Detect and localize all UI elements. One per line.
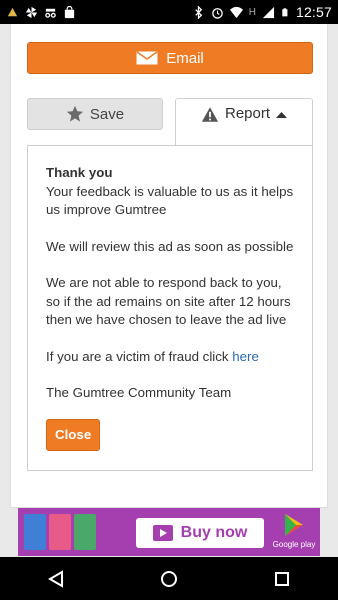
ad-banner[interactable]: Buy now Google play: [18, 508, 320, 556]
star-icon: [66, 105, 83, 122]
home-button[interactable]: [149, 564, 189, 594]
play-store-icon: [285, 514, 303, 536]
report-feedback-panel: Thank you Your feedback is valuable to u…: [27, 145, 313, 471]
report-tab-label: Report: [224, 105, 271, 122]
fraud-text: If you are a victim of fraud click: [46, 348, 233, 364]
system-icons: H 12:57: [192, 4, 332, 20]
home-circle-icon: [160, 570, 177, 587]
google-play-label: Google play: [272, 540, 316, 549]
response-text: We are not able to respond back to you, …: [46, 275, 291, 327]
save-button-label: Save: [89, 105, 125, 123]
battery-icon: [282, 7, 288, 16]
envelope-icon: [136, 51, 158, 65]
feedback-text: Your feedback is valuable to us as it he…: [46, 183, 294, 218]
ad-thumbnail: [49, 514, 71, 550]
panel-title: Thank you: [46, 165, 113, 180]
close-button[interactable]: Close: [46, 418, 101, 451]
ad-thumbnail: [74, 514, 96, 550]
incognito-icon: [45, 8, 56, 18]
ad-detail-card: Email Save Report Thank you Your feedbac…: [10, 24, 328, 508]
navigation-bar: [0, 557, 338, 600]
buy-now-button[interactable]: Buy now: [136, 518, 264, 548]
buy-now-label: Buy now: [180, 524, 248, 541]
bluetooth-icon: [194, 5, 202, 19]
wifi-icon: [229, 6, 243, 18]
signal-icon: [262, 6, 275, 18]
status-bar: H 12:57: [0, 0, 338, 24]
email-button-label: Email: [166, 49, 204, 67]
fraud-link[interactable]: here: [232, 349, 259, 364]
pinwheel-icon: [25, 6, 38, 18]
ad-thumbnail: [24, 514, 46, 550]
ad-thumbnails: [24, 514, 96, 550]
app-notification-icon: [7, 7, 18, 16]
fraud-paragraph: If you are a victim of fraud click here: [46, 348, 298, 367]
recents-square-icon: [274, 571, 289, 586]
review-text: We will review this ad as soon as possib…: [46, 238, 294, 254]
recents-button[interactable]: [262, 564, 302, 594]
save-button[interactable]: Save: [27, 98, 163, 130]
signature-text: The Gumtree Community Team: [46, 385, 232, 400]
action-tabs: Save Report: [27, 98, 313, 146]
shopping-bag-icon: [64, 5, 75, 18]
film-icon: [152, 525, 173, 541]
back-triangle-icon: [48, 569, 64, 588]
warning-icon: [201, 107, 219, 122]
network-type-label: H: [248, 6, 256, 18]
caret-up-icon: [276, 112, 288, 118]
notification-icons: [6, 5, 76, 19]
back-button[interactable]: [36, 564, 76, 594]
google-play-badge: Google play: [272, 512, 316, 552]
report-tab[interactable]: Report: [175, 98, 313, 146]
email-button[interactable]: Email: [27, 42, 313, 74]
alarm-icon: [211, 7, 223, 19]
clock: 12:57: [295, 4, 332, 20]
